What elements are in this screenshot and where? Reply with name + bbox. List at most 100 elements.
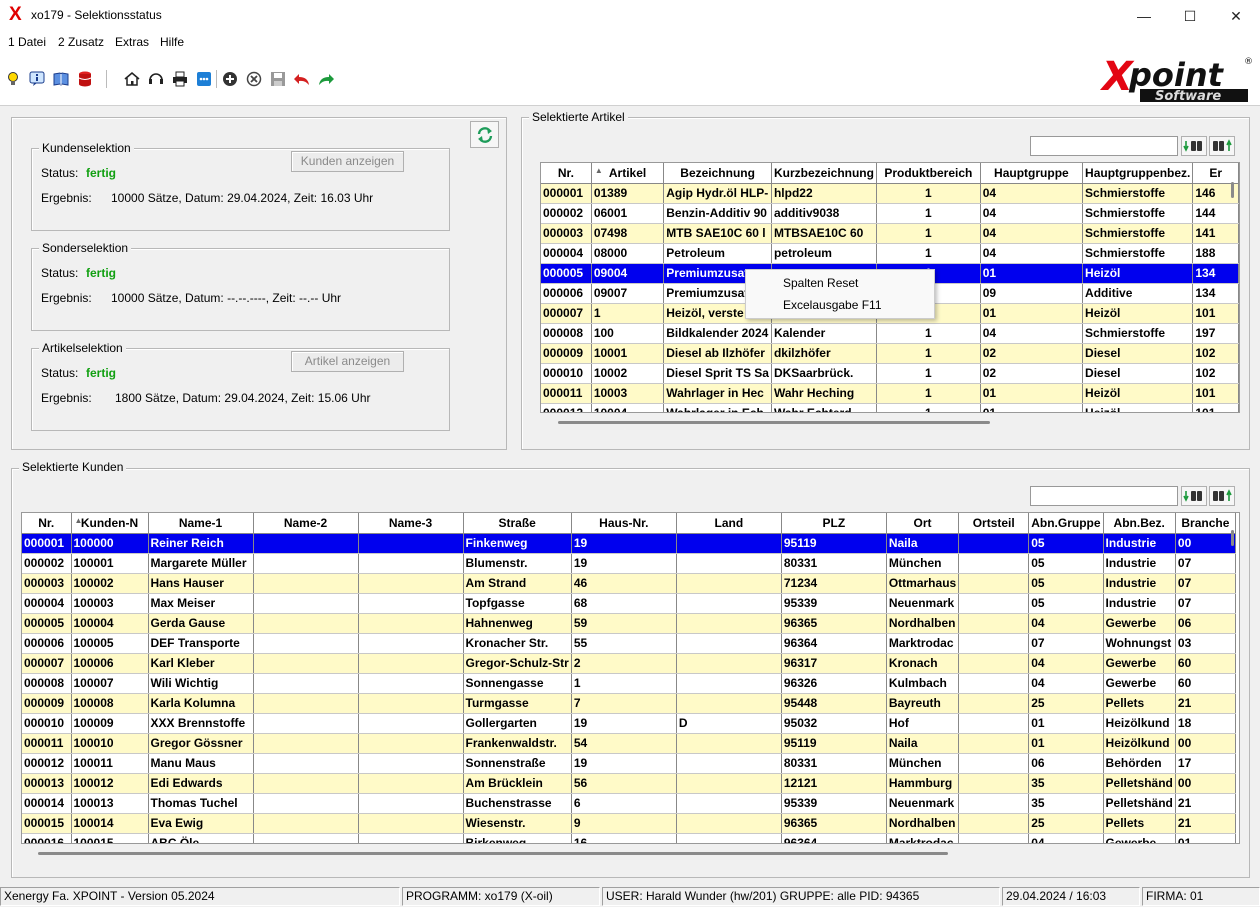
table-cell[interactable]: 102 (1192, 363, 1239, 384)
table-row[interactable]: 000012 10004 Wahrlager in Ech Wahr Echterd 1… (541, 403, 1239, 412)
table-cell[interactable]: 7 (571, 693, 677, 714)
table-row[interactable]: 000001 01389 Agip Hydr.öl HLP-hlpd22 1 04 Sch… (541, 183, 1239, 204)
table-cell[interactable]: 60 (1175, 653, 1236, 674)
table-cell[interactable]: dkilzhöfer (771, 343, 877, 364)
table-cell[interactable]: Wiesenstr. (463, 813, 572, 834)
table-cell[interactable]: Gewerbe (1103, 833, 1176, 843)
table-cell[interactable] (958, 813, 1030, 834)
table-cell[interactable]: 19 (571, 753, 677, 774)
kunden-column-header[interactable]: Land (676, 513, 782, 534)
kunden-column-header[interactable]: Branche (1175, 513, 1236, 534)
table-cell[interactable]: Pellets (1103, 693, 1176, 714)
table-cell[interactable]: XXX Brennstoffe (148, 713, 254, 734)
table-cell[interactable]: MTB SAE10C 60 l (663, 223, 772, 244)
table-cell[interactable]: 05 (1028, 533, 1104, 554)
table-cell[interactable] (253, 813, 359, 834)
table-cell[interactable]: Topfgasse (463, 593, 572, 614)
table-cell[interactable] (253, 793, 359, 814)
table-cell[interactable]: Am Strand (463, 573, 572, 594)
table-cell[interactable] (676, 673, 782, 694)
menu-hilfe[interactable]: Hilfe (160, 35, 184, 49)
kunden-column-header[interactable]: Name-1 (148, 513, 254, 534)
table-cell[interactable]: Schmierstoffe (1082, 223, 1194, 244)
table-cell[interactable]: Wahrlager in Hec (663, 383, 772, 404)
table-cell[interactable]: 000005 (22, 613, 72, 634)
table-cell[interactable] (253, 593, 359, 614)
table-cell[interactable]: Wili Wichtig (148, 673, 254, 694)
table-cell[interactable] (253, 753, 359, 774)
table-cell[interactable]: 09004 (591, 263, 665, 284)
table-cell[interactable]: 134 (1192, 263, 1239, 284)
table-cell[interactable] (676, 553, 782, 574)
table-cell[interactable]: 06 (1028, 753, 1104, 774)
table-cell[interactable]: 04 (980, 243, 1084, 264)
table-cell[interactable]: 07 (1028, 633, 1104, 654)
kunden-search-input[interactable] (1030, 486, 1178, 506)
table-cell[interactable]: Schmierstoffe (1082, 323, 1194, 344)
lightbulb-icon[interactable] (4, 70, 22, 88)
table-cell[interactable]: Schmierstoffe (1082, 203, 1194, 224)
book-icon[interactable] (52, 70, 70, 88)
table-cell[interactable]: 01 (980, 263, 1084, 284)
table-cell[interactable]: 102 (1192, 343, 1239, 364)
table-cell[interactable]: Turmgasse (463, 693, 572, 714)
table-cell[interactable] (253, 633, 359, 654)
table-cell[interactable]: Agip Hydr.öl HLP- (663, 183, 772, 204)
table-cell[interactable]: 100010 (71, 733, 149, 754)
table-cell[interactable] (358, 833, 464, 843)
artikel-vertical-scrollbar[interactable] (1231, 182, 1234, 198)
table-row[interactable]: 000004 100003 Max Meiser Topfgasse 68 95339 Ne… (22, 593, 1236, 614)
table-cell[interactable]: Karla Kolumna (148, 693, 254, 714)
table-cell[interactable]: 2 (571, 653, 677, 674)
table-cell[interactable]: 95032 (781, 713, 887, 734)
table-cell[interactable]: 46 (571, 573, 677, 594)
table-cell[interactable]: Hammburg (886, 773, 960, 794)
table-cell[interactable]: 000004 (541, 243, 592, 264)
table-cell[interactable]: 000007 (22, 653, 72, 674)
kunden-horizontal-scrollbar[interactable] (38, 852, 948, 855)
table-cell[interactable]: 96326 (781, 673, 887, 694)
table-cell[interactable]: 00 (1175, 773, 1236, 794)
table-row[interactable]: 000007 100006 Karl Kleber Gregor-Schulz-Str… (22, 653, 1236, 674)
table-row[interactable]: 000016 100015 ABC Öle Birkenweg 16 96364 Markt… (22, 833, 1236, 843)
table-cell[interactable]: 000005 (541, 263, 592, 284)
screen-icon[interactable] (195, 70, 213, 88)
table-cell[interactable]: 05 (1028, 593, 1104, 614)
table-cell[interactable]: 95448 (781, 693, 887, 714)
table-cell[interactable]: Diesel ab Ilzhöfer (663, 343, 772, 364)
table-row[interactable]: 000001 100000 Reiner Reich Finkenweg 19 95119… (22, 533, 1236, 554)
table-cell[interactable]: 100009 (71, 713, 149, 734)
table-cell[interactable]: 56 (571, 773, 677, 794)
database-icon[interactable] (76, 70, 94, 88)
table-cell[interactable]: Nordhalben (886, 613, 960, 634)
table-cell[interactable]: 000004 (22, 593, 72, 614)
table-cell[interactable]: 1 (876, 363, 981, 384)
table-cell[interactable]: Kronach (886, 653, 960, 674)
table-cell[interactable]: 71234 (781, 573, 887, 594)
table-cell[interactable]: 02 (980, 343, 1084, 364)
home-icon[interactable] (123, 70, 141, 88)
table-cell[interactable]: 000014 (22, 793, 72, 814)
table-cell[interactable]: 18 (1175, 713, 1236, 734)
artikel-column-header[interactable]: Kurzbezeichnung (771, 163, 877, 184)
table-cell[interactable] (958, 673, 1030, 694)
table-cell[interactable]: Bildkalender 2024 (663, 323, 772, 344)
table-cell[interactable] (358, 793, 464, 814)
table-cell[interactable] (358, 573, 464, 594)
table-cell[interactable]: Blumenstr. (463, 553, 572, 574)
table-cell[interactable]: additiv9038 (771, 203, 877, 224)
table-cell[interactable]: 21 (1175, 693, 1236, 714)
table-cell[interactable]: 05 (1028, 573, 1104, 594)
table-cell[interactable]: 04 (1028, 673, 1104, 694)
table-cell[interactable]: Wohnungst (1103, 633, 1176, 654)
table-cell[interactable] (358, 733, 464, 754)
table-cell[interactable]: Karl Kleber (148, 653, 254, 674)
table-cell[interactable]: 07 (1175, 593, 1236, 614)
table-cell[interactable]: 95339 (781, 593, 887, 614)
table-cell[interactable]: 08000 (591, 243, 665, 264)
table-cell[interactable]: 00 (1175, 733, 1236, 754)
kunden-column-header[interactable]: Name-2 (253, 513, 359, 534)
table-cell[interactable] (676, 753, 782, 774)
table-row[interactable]: 000010 100009 XXX Brennstoffe Gollergarten 1… (22, 713, 1236, 734)
table-cell[interactable]: 19 (571, 713, 677, 734)
